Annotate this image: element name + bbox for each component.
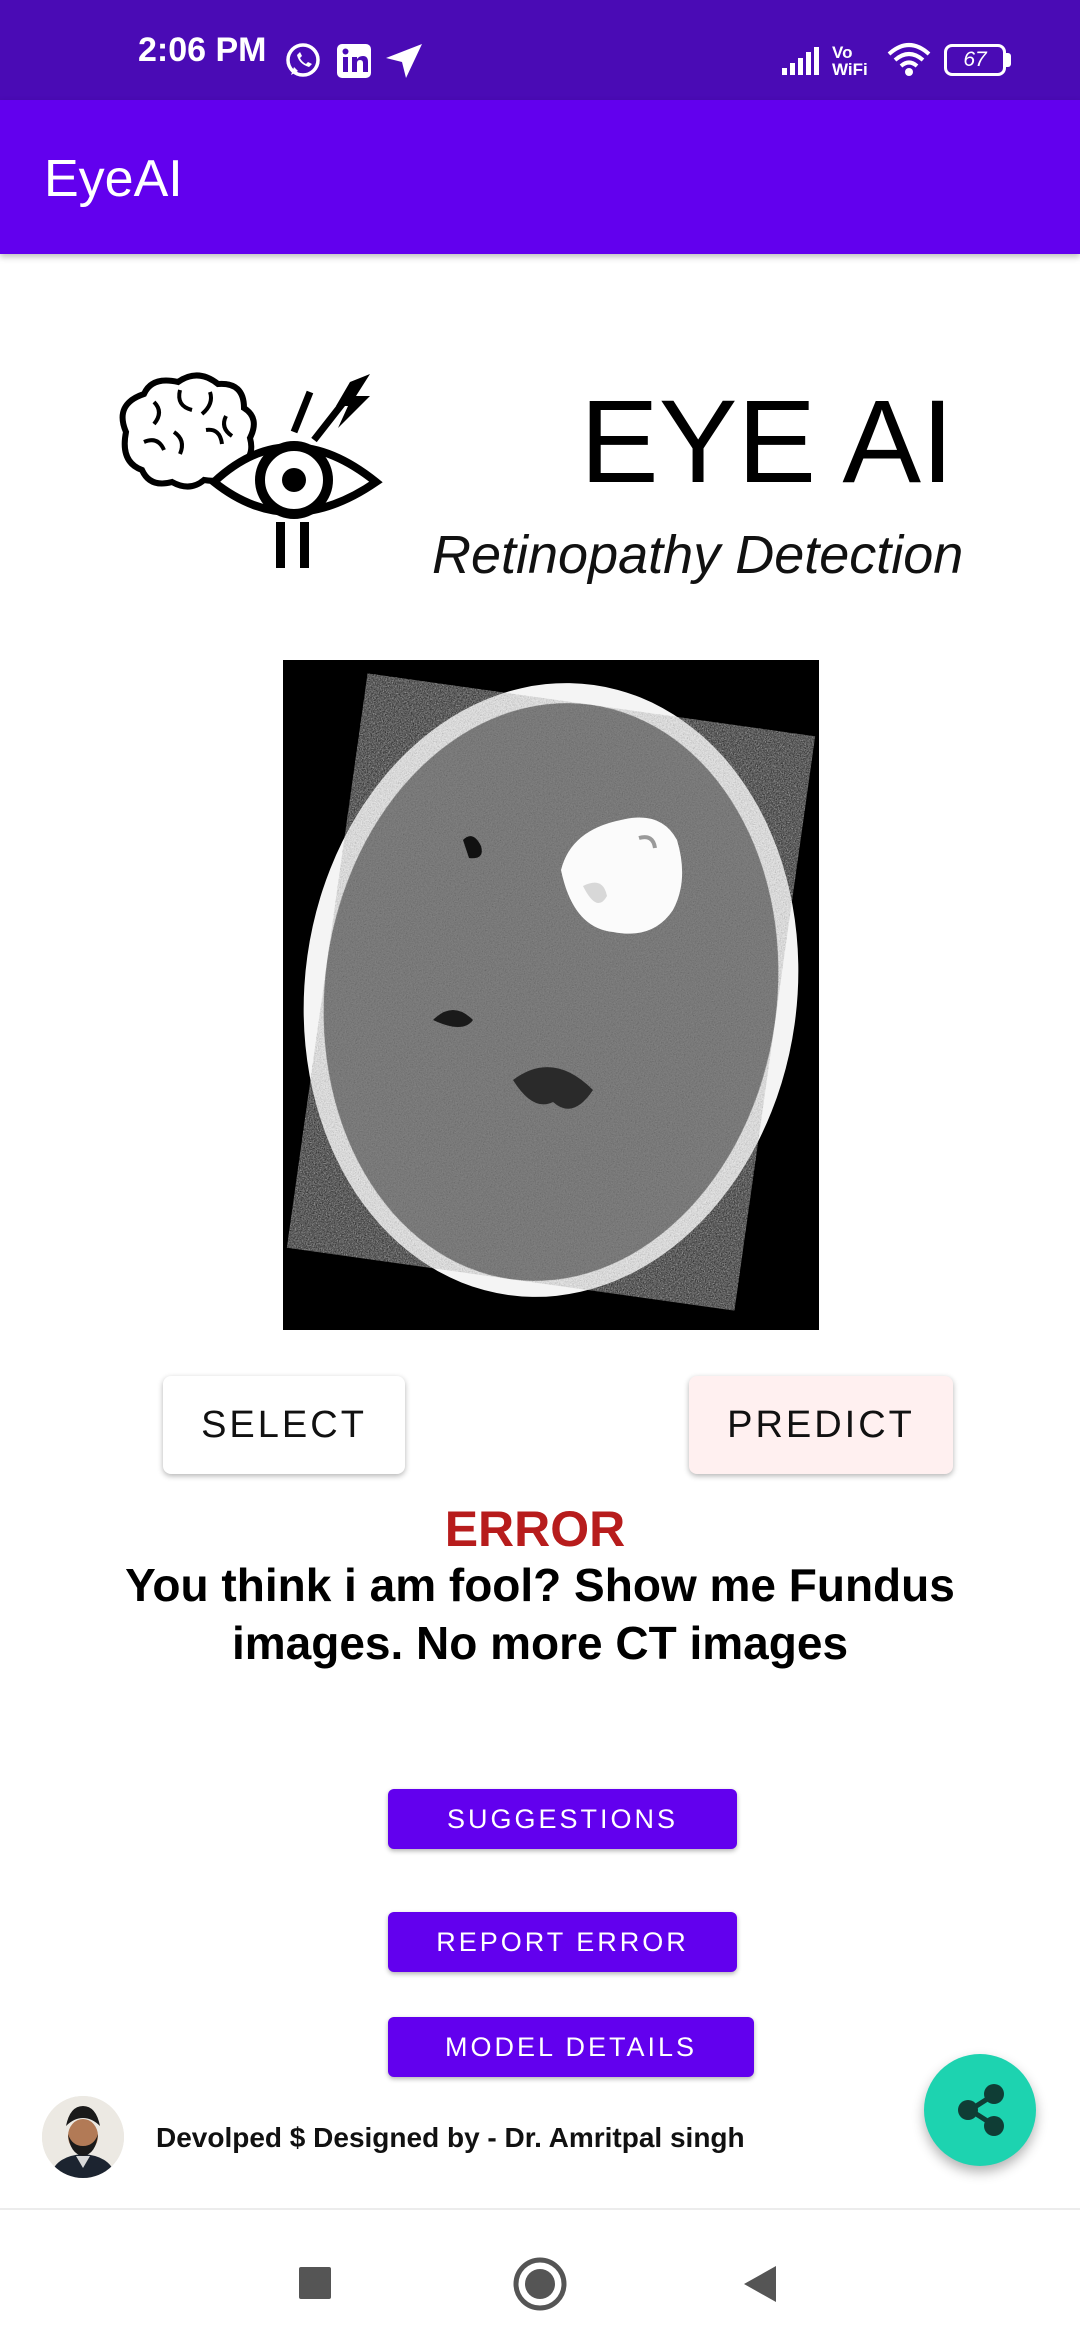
app-title: EyeAI <box>44 150 183 208</box>
home-circle-icon[interactable] <box>512 2256 568 2312</box>
error-title: ERROR <box>444 1501 626 1557</box>
share-icon <box>958 2084 1004 2136</box>
share-fab[interactable] <box>924 2054 1036 2166</box>
avatar <box>42 2096 124 2178</box>
brand-subtitle: Retinopathy Detection <box>432 525 964 585</box>
whatsapp-icon <box>286 43 320 77</box>
status-time: 2:06 PM <box>138 31 267 69</box>
wifi-icon <box>887 43 931 76</box>
developer-credit: Devolped $ Designed by - Dr. Amritpal si… <box>156 2122 745 2153</box>
signal-icon <box>782 47 819 75</box>
brain-eye-logo-icon <box>119 372 383 568</box>
navigation-bar <box>0 2210 1080 2340</box>
select-button[interactable]: SELECT <box>163 1376 405 1474</box>
navigation-icon <box>386 44 422 78</box>
battery-tip <box>1006 53 1011 67</box>
linkedin-icon <box>337 44 371 78</box>
suggestions-button[interactable]: SUGGESTIONS <box>388 1789 737 1849</box>
model-details-button[interactable]: MODEL DETAILS <box>388 2017 754 2077</box>
battery-icon: 67 <box>944 44 1006 76</box>
vowifi-icon: Vo WiFi <box>832 43 868 79</box>
brand-title: EYE AI <box>580 376 954 508</box>
back-triangle-icon[interactable] <box>742 2264 778 2304</box>
brain-ct-scan-image <box>283 660 819 1330</box>
predict-button[interactable]: PREDICT <box>689 1376 953 1474</box>
report-error-button[interactable]: REPORT ERROR <box>388 1912 737 1972</box>
recents-square-icon[interactable] <box>298 2266 332 2300</box>
error-message: You think i am fool? Show me Fundus imag… <box>125 1559 955 1669</box>
